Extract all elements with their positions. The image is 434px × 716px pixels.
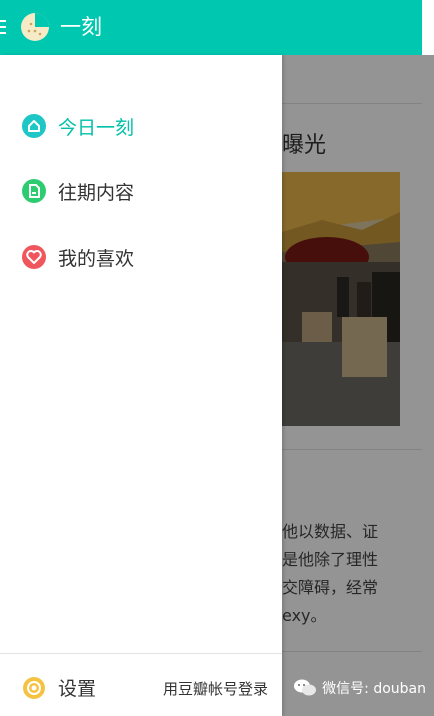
nav-item-favorites[interactable]: 我的喜欢 (0, 232, 282, 282)
nav-item-today[interactable]: 今日一刻 (0, 101, 282, 151)
watermark-text: 微信号: douban (322, 681, 426, 697)
nav-label-favorites: 我的喜欢 (58, 247, 135, 270)
wechat-icon (294, 679, 317, 696)
settings-label[interactable]: 设置 (58, 674, 96, 701)
wechat-watermark: 微信号: douban (294, 678, 426, 698)
menu-icon[interactable] (0, 20, 6, 36)
nav-item-archive[interactable]: 往期内容 (0, 166, 282, 216)
app-title: 一刻 (60, 15, 102, 39)
app-bar: 一刻 (0, 0, 422, 55)
home-icon (22, 114, 46, 138)
nav-label-archive: 往期内容 (58, 181, 135, 204)
document-icon (22, 179, 46, 203)
drawer-footer: 设置 用豆瓣帐号登录 (0, 653, 282, 716)
heart-icon (22, 245, 46, 269)
nav-label-today: 今日一刻 (58, 116, 135, 139)
navigation-drawer: 今日一刻 往期内容 我的喜欢 设置 用豆瓣帐号登录 (0, 55, 282, 716)
douban-login-link[interactable]: 用豆瓣帐号登录 (163, 678, 268, 699)
app-logo-icon (21, 13, 49, 41)
settings-gear-icon[interactable] (22, 676, 46, 700)
